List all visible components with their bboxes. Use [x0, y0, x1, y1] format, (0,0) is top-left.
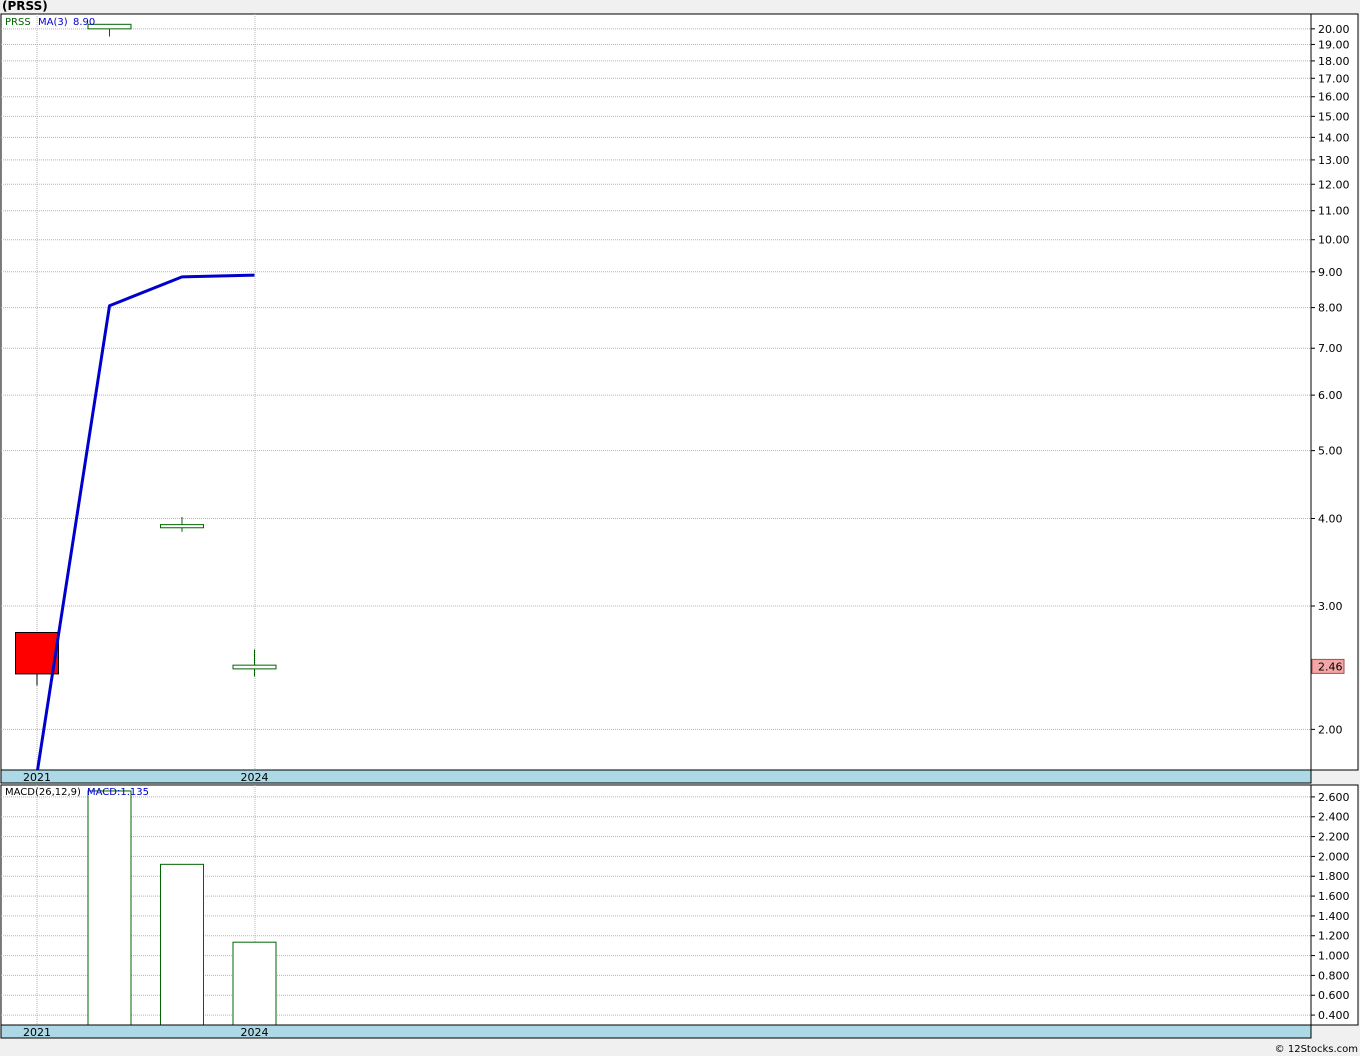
macd-y-tick-label: 2.400	[1318, 811, 1350, 824]
price-y-tick-label: 15.00	[1318, 110, 1350, 123]
macd-y-tick-label: 0.800	[1318, 969, 1350, 982]
macd-x-tick-label: 2021	[23, 1026, 51, 1039]
macd-legend-value: MACD:1.135	[87, 787, 149, 798]
macd-bar	[160, 863, 204, 1026]
macd-panel: 0.400 0.600 0.800 1.000 1.200 1.400 1.600 1.800…	[0, 784, 1359, 1039]
price-y-tick-label: 11.00	[1318, 205, 1350, 218]
macd-legend-label: MACD(26,12,9)	[5, 787, 81, 798]
macd-y-tick-label: 2.000	[1318, 850, 1350, 863]
candle-body	[160, 524, 204, 529]
macd-y-tick-label: 1.200	[1318, 930, 1350, 943]
price-x-tick-label: 2021	[23, 771, 51, 784]
price-y-tick-label: 8.00	[1318, 302, 1343, 315]
footer-credit: © 12Stocks.com	[1274, 1044, 1358, 1055]
price-y-tick-label: 5.00	[1318, 445, 1343, 458]
macd-y-tick-label: 1.600	[1318, 890, 1350, 903]
macd-y-tick-label: 2.200	[1318, 831, 1350, 844]
price-y-tick-label: 3.00	[1318, 600, 1343, 613]
price-y-tick-label: 2.00	[1318, 723, 1343, 736]
price-y-tick-label: 14.00	[1318, 131, 1350, 144]
price-plot-area	[0, 13, 1312, 771]
legend-ma-value: 8.90	[73, 17, 95, 28]
macd-y-tick-label: 2.600	[1318, 791, 1350, 804]
price-y-tick-label: 20.00	[1318, 23, 1350, 36]
price-panel: 2.00 3.00 4.00 5.00 6.00 7.00 8.00 9.00 10.00 11.…	[0, 13, 1359, 784]
macd-bar	[232, 941, 277, 1026]
macd-y-tick-label: 1.800	[1318, 870, 1350, 883]
chart-title: (PRSS)	[2, 0, 48, 13]
macd-x-axis-band	[0, 1024, 1312, 1039]
price-y-tick-label: 16.00	[1318, 91, 1350, 104]
last-price-label: 2.46	[1318, 660, 1343, 673]
price-y-tick-label: 17.00	[1318, 72, 1350, 85]
price-x-tick-label: 2024	[241, 771, 269, 784]
price-y-tick-label: 4.00	[1318, 512, 1343, 525]
price-x-axis-band	[0, 769, 1312, 784]
price-y-tick-label: 7.00	[1318, 342, 1343, 355]
macd-y-tick-label: 0.600	[1318, 989, 1350, 1002]
legend-ma-label: MA(3)	[38, 17, 68, 28]
price-y-tick-label: 18.00	[1318, 55, 1350, 68]
price-y-tick-label: 19.00	[1318, 38, 1350, 51]
chart-canvas: 2.00 3.00 4.00 5.00 6.00 7.00 8.00 9.00 10.00 11.…	[0, 13, 1359, 1039]
price-y-tick-label: 10.00	[1318, 234, 1350, 247]
price-y-tick-label: 12.00	[1318, 178, 1350, 191]
macd-x-tick-label: 2024	[241, 1026, 269, 1039]
macd-bar	[87, 790, 132, 1026]
macd-y-tick-label: 1.000	[1318, 950, 1350, 963]
legend-symbol: PRSS	[5, 17, 31, 28]
candle-body	[232, 664, 277, 670]
price-y-tick-label: 6.00	[1318, 389, 1343, 402]
macd-y-tick-label: 0.400	[1318, 1009, 1350, 1022]
price-y-tick-label: 13.00	[1318, 154, 1350, 167]
price-y-tick-label: 9.00	[1318, 266, 1343, 279]
macd-y-tick-label: 1.400	[1318, 910, 1350, 923]
